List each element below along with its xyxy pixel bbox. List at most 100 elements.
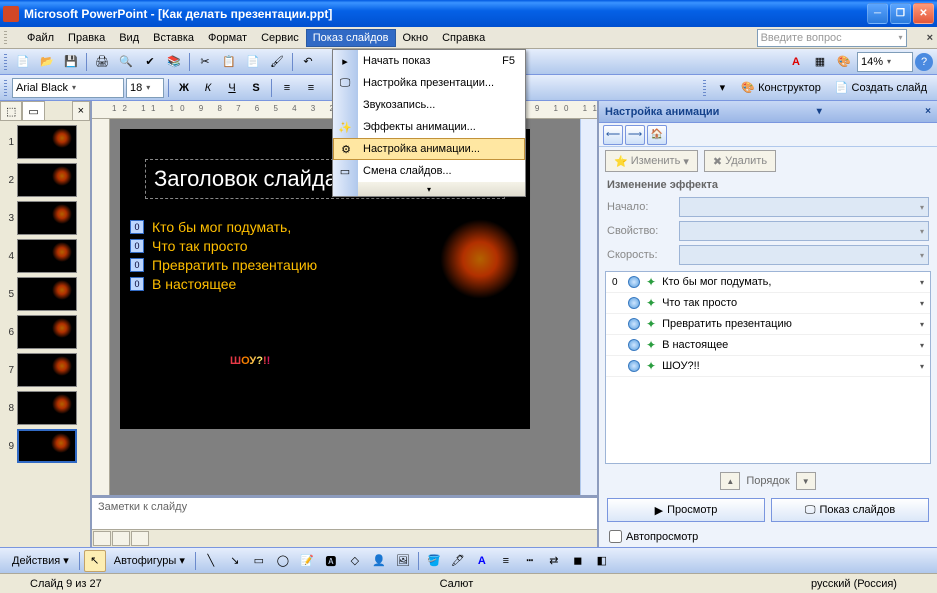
slide-thumb-5[interactable]	[17, 277, 77, 311]
menu-start-show[interactable]: ▸Начать показF5	[333, 50, 525, 72]
anim-item[interactable]: ✦ШОУ?!!▾	[606, 356, 930, 377]
bold-button[interactable]: Ж	[173, 77, 195, 99]
speed-combo[interactable]: ▾	[679, 245, 929, 265]
copy-button[interactable]: 📋	[218, 51, 240, 73]
arrow-style-tool[interactable]: ⇄	[543, 550, 565, 572]
menu-edit[interactable]: Правка	[61, 29, 112, 47]
nav-home-button[interactable]: 🏠	[647, 125, 667, 145]
slides-tab[interactable]: ▭	[22, 101, 44, 120]
anim-item[interactable]: ✦Превратить презентацию▾	[606, 314, 930, 335]
new-button[interactable]: 📄	[12, 51, 34, 73]
open-button[interactable]: 📂	[36, 51, 58, 73]
slide-thumb-9[interactable]	[17, 429, 77, 463]
shadow-tool[interactable]: ◼	[567, 550, 589, 572]
menu-file[interactable]: Файл	[20, 29, 61, 47]
help-button[interactable]: ?	[915, 53, 933, 71]
fill-color-tool[interactable]: 🪣	[423, 550, 445, 572]
slide-thumb-4[interactable]	[17, 239, 77, 273]
rect-tool[interactable]: ▭	[248, 550, 270, 572]
remove-effect-button[interactable]: ✖Удалить	[704, 150, 776, 172]
menu-insert[interactable]: Вставка	[146, 29, 201, 47]
undo-button[interactable]: ↶	[297, 51, 319, 73]
minimize-button[interactable]: ─	[867, 3, 888, 24]
preview-button[interactable]: ▶ Просмотр	[607, 498, 765, 522]
grid-button[interactable]: ▦	[809, 51, 831, 73]
add-effect-button[interactable]: ⭐Изменить ▾	[605, 150, 698, 172]
slide-thumb-6[interactable]	[17, 315, 77, 349]
align-center-button[interactable]: ≡	[300, 77, 322, 99]
anim-item[interactable]: 0✦Кто бы мог подумать,▾	[606, 272, 930, 293]
print-preview-button[interactable]: 🔍	[115, 51, 137, 73]
cut-button[interactable]: ✂	[194, 51, 216, 73]
task-pane-close[interactable]: ×	[925, 106, 931, 117]
vertical-scrollbar[interactable]	[580, 119, 597, 495]
font-combo[interactable]: Arial Black▾	[12, 78, 124, 98]
menu-window[interactable]: Окно	[396, 29, 436, 47]
menu-slideshow[interactable]: Показ слайдов	[306, 29, 396, 47]
nav-back-button[interactable]: ⟵	[603, 125, 623, 145]
italic-button[interactable]: К	[197, 77, 219, 99]
wordart-tool[interactable]: 🅰	[320, 550, 342, 572]
nav-fwd-button[interactable]: ⟶	[625, 125, 645, 145]
autoshapes-menu[interactable]: Автофигуры ▾	[108, 550, 191, 572]
actions-menu[interactable]: Действия ▾	[6, 550, 75, 572]
format-painter-button[interactable]: 🖌	[266, 51, 288, 73]
close-button[interactable]: ✕	[913, 3, 934, 24]
shadow-button[interactable]: S	[245, 77, 267, 99]
autopreview-checkbox[interactable]	[609, 530, 622, 543]
close-panel[interactable]: ×	[72, 101, 90, 120]
save-button[interactable]: 💾	[60, 51, 82, 73]
font-size-combo[interactable]: 18▾	[126, 78, 164, 98]
expand-button[interactable]: ▾	[711, 77, 733, 99]
anim-item[interactable]: ✦В настоящее▾	[606, 335, 930, 356]
move-down-button[interactable]: ▼	[796, 472, 816, 490]
menu-tools[interactable]: Сервис	[254, 29, 306, 47]
line-style-tool[interactable]: ≡	[495, 550, 517, 572]
move-up-button[interactable]: ▲	[720, 472, 740, 490]
menu-anim-effects[interactable]: ✨Эффекты анимации...	[333, 116, 525, 138]
line-tool[interactable]: ╲	[200, 550, 222, 572]
slide-thumb-3[interactable]	[17, 201, 77, 235]
slideshow-view-button[interactable]	[131, 531, 149, 546]
animation-list[interactable]: 0✦Кто бы мог подумать,▾✦Что так просто▾✦…	[605, 271, 931, 464]
sorter-view-button[interactable]	[112, 531, 130, 546]
align-left-button[interactable]: ≡	[276, 77, 298, 99]
slide-thumb-2[interactable]	[17, 163, 77, 197]
line-color-tool[interactable]: 🖊	[447, 550, 469, 572]
notes-pane[interactable]: Заметки к слайду	[92, 495, 597, 529]
ask-question-input[interactable]: Введите вопрос▾	[757, 29, 907, 47]
content-placeholder[interactable]: 0Кто бы мог подумать,0Что так просто0Пре…	[130, 219, 317, 295]
textbox-tool[interactable]: 📝	[296, 550, 318, 572]
property-combo[interactable]: ▾	[679, 221, 929, 241]
normal-view-button[interactable]	[93, 531, 111, 546]
anim-item[interactable]: ✦Что так просто▾	[606, 293, 930, 314]
dash-style-tool[interactable]: ┅	[519, 550, 541, 572]
underline-button[interactable]: Ч	[221, 77, 243, 99]
menu-help[interactable]: Справка	[435, 29, 492, 47]
doc-close-button[interactable]: ×	[927, 32, 933, 44]
print-button[interactable]: 🖨	[91, 51, 113, 73]
spellcheck-button[interactable]: ✔	[139, 51, 161, 73]
paste-button[interactable]: 📄	[242, 51, 264, 73]
designer-button[interactable]: 🎨Конструктор	[735, 77, 826, 99]
color-button[interactable]: 🎨	[833, 51, 855, 73]
3d-tool[interactable]: ◧	[591, 550, 613, 572]
oval-tool[interactable]: ◯	[272, 550, 294, 572]
menu-format[interactable]: Формат	[201, 29, 254, 47]
research-button[interactable]: 📚	[163, 51, 185, 73]
slideshow-button[interactable]: 🖵 Показ слайдов	[771, 498, 929, 522]
slide-thumb-8[interactable]	[17, 391, 77, 425]
slide-thumb-1[interactable]	[17, 125, 77, 159]
menu-custom-anim[interactable]: ⚙Настройка анимации...	[333, 138, 525, 160]
arrow-tool[interactable]: ↘	[224, 550, 246, 572]
picture-tool[interactable]: 🖼	[392, 550, 414, 572]
select-tool[interactable]: ↖	[84, 550, 106, 572]
menu-expand[interactable]: ▾	[333, 182, 525, 196]
zoom-combo[interactable]: 14%▾	[857, 52, 913, 72]
menu-transition[interactable]: ▭Смена слайдов...	[333, 160, 525, 182]
clipart-tool[interactable]: 👤	[368, 550, 390, 572]
font-color-button[interactable]: A	[785, 51, 807, 73]
diagram-tool[interactable]: ◇	[344, 550, 366, 572]
maximize-button[interactable]: ❐	[890, 3, 911, 24]
start-combo[interactable]: ▾	[679, 197, 929, 217]
